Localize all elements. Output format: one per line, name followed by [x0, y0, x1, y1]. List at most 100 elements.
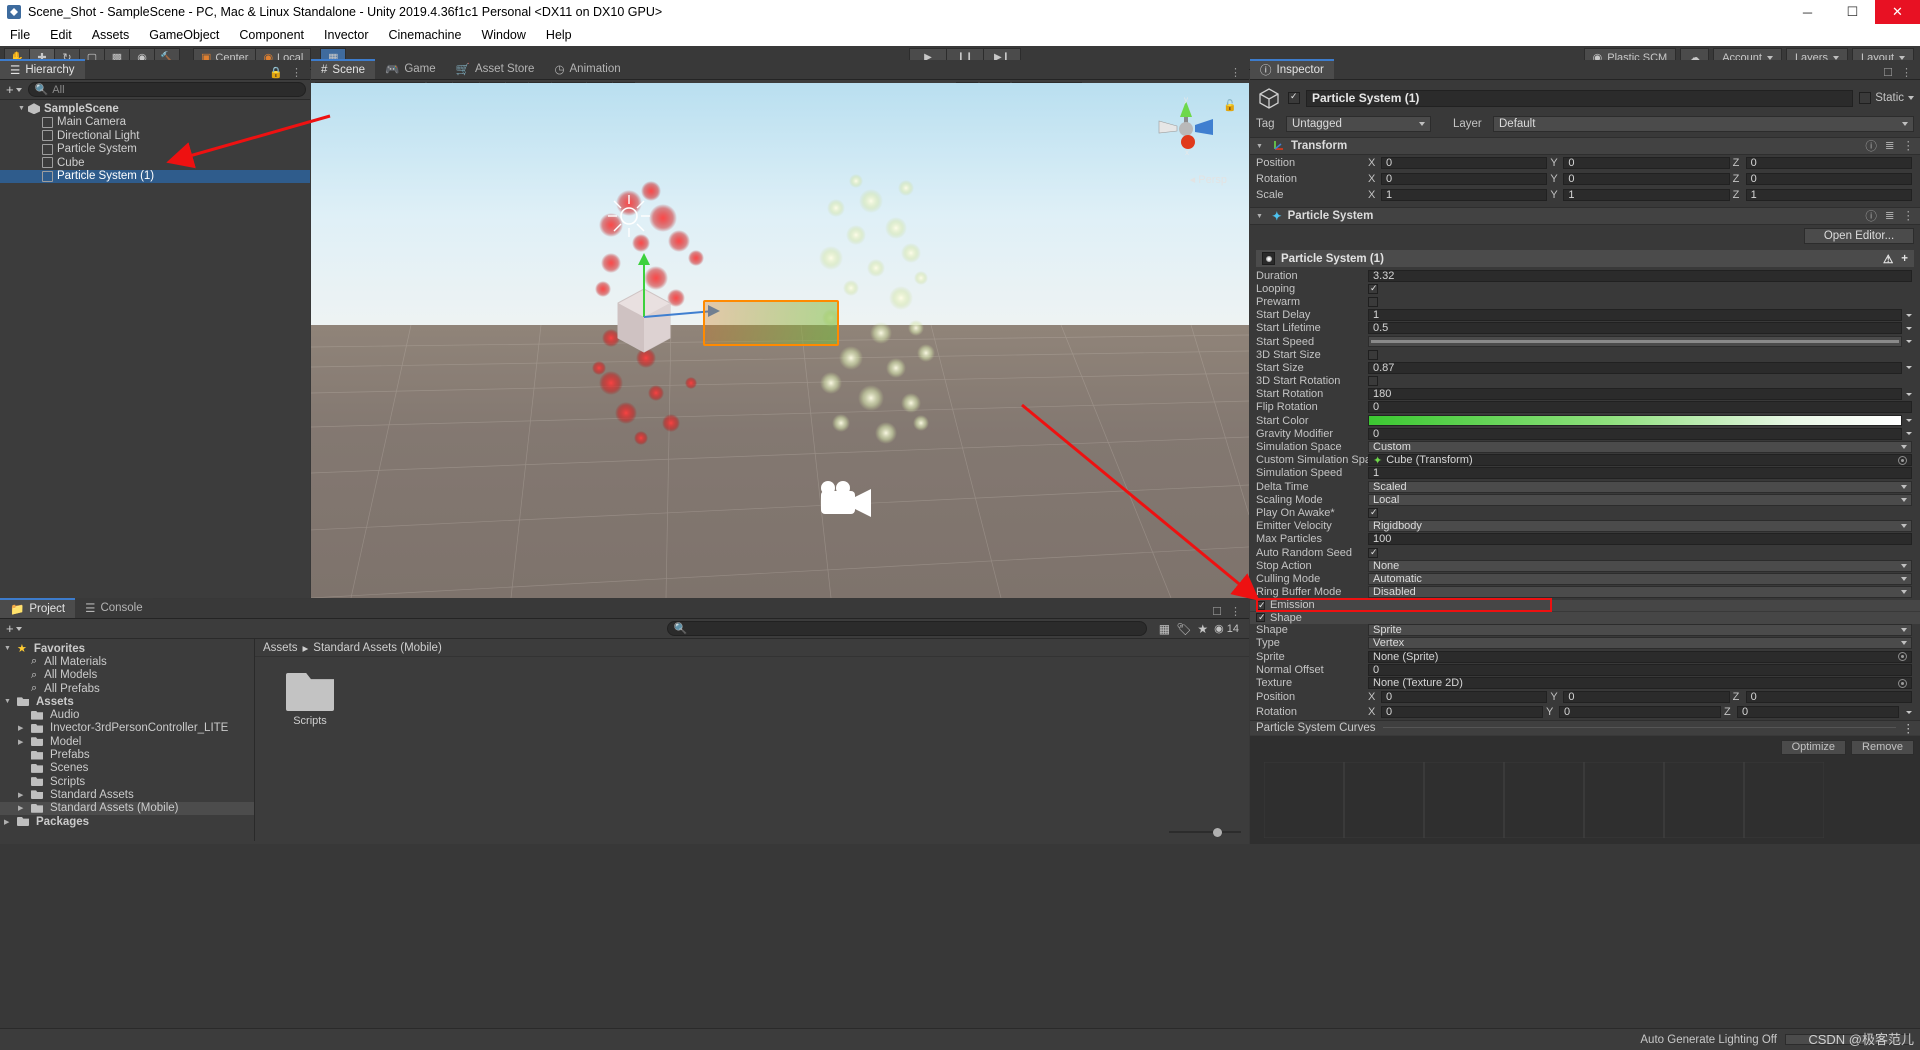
menu-item-window[interactable]: Window [471, 24, 535, 46]
project-add-button[interactable]: + [4, 621, 24, 636]
gameobject-name-input[interactable]: Particle System (1) [1306, 90, 1853, 107]
3d-start-rotation-checkbox[interactable] [1368, 376, 1378, 386]
gravity-modifier-input[interactable]: 0 [1368, 428, 1902, 440]
shape-shape-dropdown[interactable]: Sprite [1368, 624, 1912, 636]
collapse-arrow-icon[interactable]: ▶ [18, 804, 28, 812]
3d-start-size-checkbox[interactable] [1368, 350, 1378, 360]
scene-axis-gizmo[interactable]: y x [1151, 95, 1221, 165]
tab-console[interactable]: ☰ Console [75, 598, 153, 618]
collapse-arrow-icon[interactable]: ▶ [18, 738, 28, 746]
tab-asset-store[interactable]: 🛒 Asset Store [446, 59, 545, 79]
project-tree-item[interactable]: ▶Standard Assets (Mobile) [0, 802, 254, 815]
particle-system-subheader[interactable]: Particle System (1) ⚠ + [1256, 250, 1914, 267]
filter-by-type-icon[interactable]: ▦ [1159, 622, 1170, 636]
camera-projection-label[interactable]: ◂ Persp [1190, 173, 1227, 186]
max-particles-input[interactable]: 100 [1368, 533, 1912, 545]
particle-system-curves-area[interactable]: Optimize Remove [1250, 736, 1920, 844]
directional-light-gizmo[interactable] [606, 193, 652, 239]
menu-item-gameobject[interactable]: GameObject [139, 24, 229, 46]
selected-object-bounds[interactable] [703, 300, 839, 346]
custom-simulation-space-object-field[interactable]: ✦Cube (Transform) [1368, 454, 1912, 466]
tag-dropdown[interactable]: Untagged [1286, 116, 1431, 132]
hierarchy-add-button[interactable]: + [4, 82, 24, 97]
chevron-down-icon[interactable] [1906, 314, 1912, 317]
kebab-menu-icon[interactable]: ⋮ [291, 66, 302, 79]
start-size-input[interactable]: 0.87 [1368, 362, 1902, 374]
shape-rotation-y-input[interactable]: 0 [1559, 706, 1721, 718]
particle-system-component-header[interactable]: ▼ ✦ Particle System ⓘ ≣ ⋮ [1250, 207, 1920, 225]
warning-icon[interactable]: ⚠ [1883, 252, 1893, 266]
kebab-menu-icon[interactable]: ⋮ [1901, 66, 1912, 79]
expand-arrow-icon[interactable]: ▼ [4, 698, 14, 705]
thumbnail-size-slider[interactable] [1169, 827, 1241, 837]
open-editor-button[interactable]: Open Editor... [1804, 228, 1914, 244]
tab-project[interactable]: 📁 Project [0, 598, 75, 618]
project-tree-item[interactable]: Scenes [0, 762, 254, 775]
shape-texture-object-field[interactable]: None (Texture 2D) [1368, 677, 1912, 689]
hierarchy-item-particle-system-1[interactable]: Particle System (1) [0, 170, 310, 184]
project-tree-item[interactable]: Audio [0, 708, 254, 721]
shape-rotation-z-input[interactable]: 0 [1737, 706, 1899, 718]
expand-arrow-icon[interactable]: ▼ [4, 645, 14, 652]
collapse-arrow-icon[interactable]: ▶ [18, 724, 28, 732]
project-tree-item[interactable]: Prefabs [0, 748, 254, 761]
simulation-speed-input[interactable]: 1 [1368, 467, 1912, 479]
delta-time-dropdown[interactable]: Scaled [1368, 481, 1912, 493]
kebab-menu-icon[interactable]: ⋮ [1230, 605, 1241, 618]
kebab-menu-icon[interactable]: ⋮ [1903, 208, 1915, 224]
gameobject-cube-icon[interactable] [1256, 85, 1282, 111]
rotation-z-input[interactable]: 0 [1746, 173, 1912, 185]
looping-checkbox[interactable] [1368, 284, 1378, 294]
project-tree-item[interactable]: ⌕All Materials [0, 655, 254, 668]
hierarchy-item-main-camera[interactable]: Main Camera [0, 116, 310, 130]
project-tree-item[interactable]: ⌕All Prefabs [0, 682, 254, 695]
object-picker-icon[interactable] [1898, 679, 1907, 688]
duration-input[interactable]: 3.32 [1368, 270, 1912, 282]
chevron-down-icon[interactable] [1908, 96, 1914, 100]
kebab-menu-icon[interactable]: ⋮ [1903, 721, 1915, 735]
gameobject-enabled-checkbox[interactable] [1288, 92, 1300, 104]
culling-mode-dropdown[interactable]: Automatic [1368, 573, 1912, 585]
rotation-x-input[interactable]: 0 [1381, 173, 1547, 185]
tab-animation[interactable]: ◷ Animation [544, 59, 630, 79]
object-picker-icon[interactable] [1898, 456, 1907, 465]
ring-buffer-mode-dropdown[interactable]: Disabled [1368, 586, 1912, 598]
shape-position-z-input[interactable]: 0 [1746, 691, 1912, 703]
chevron-down-icon[interactable] [1906, 419, 1912, 422]
scene-viewport[interactable]: y x ◂ Persp 🔓 [311, 83, 1249, 598]
close-button[interactable]: ✕ [1875, 0, 1920, 24]
menu-item-invector[interactable]: Invector [314, 24, 378, 46]
tab-inspector[interactable]: ⓘ Inspector [1250, 59, 1334, 79]
shape-rotation-x-input[interactable]: 0 [1381, 706, 1543, 718]
start-speed-slider[interactable] [1368, 336, 1902, 347]
asset-item-scripts[interactable]: Scripts [277, 673, 343, 727]
project-tree-item[interactable]: ▶Standard Assets [0, 788, 254, 801]
start-lifetime-input[interactable]: 0.5 [1368, 322, 1902, 334]
shape-normal-offset-input[interactable]: 0 [1368, 664, 1912, 676]
hierarchy-item-samplescene[interactable]: ▼ SampleScene [0, 102, 310, 116]
expand-arrow-icon[interactable]: ▼ [18, 105, 28, 112]
favorite-star-icon[interactable]: ★ [1197, 622, 1208, 636]
tab-hierarchy[interactable]: ☰ Hierarchy [0, 59, 85, 79]
play-on-awake-checkbox[interactable] [1368, 508, 1378, 518]
collapse-arrow-icon[interactable]: ▶ [18, 791, 28, 799]
layer-dropdown[interactable]: Default [1493, 116, 1914, 132]
scaling-mode-dropdown[interactable]: Local [1368, 494, 1912, 506]
minimize-button[interactable]: ─ [1785, 0, 1830, 24]
project-tree-item[interactable]: ▶Invector-3rdPersonController_LITE [0, 722, 254, 735]
module-header-shape[interactable]: Shape [1250, 611, 1920, 624]
chevron-down-icon[interactable] [1906, 366, 1912, 369]
breadcrumb-assets[interactable]: Assets [263, 642, 298, 654]
project-tree-item[interactable]: Scripts [0, 775, 254, 788]
auto-random-seed-checkbox[interactable] [1368, 548, 1378, 558]
main-camera-gizmo[interactable] [809, 479, 879, 529]
module-shape-checkbox[interactable] [1256, 613, 1265, 622]
object-picker-icon[interactable] [1898, 652, 1907, 661]
prewarm-checkbox[interactable] [1368, 297, 1378, 307]
stop-action-dropdown[interactable]: None [1368, 560, 1912, 572]
hierarchy-item-cube[interactable]: Cube [0, 156, 310, 170]
lock-icon[interactable]: ☐ [1212, 605, 1222, 618]
scale-y-input[interactable]: 1 [1563, 189, 1729, 201]
maximize-button[interactable]: ☐ [1830, 0, 1875, 24]
chevron-down-icon[interactable] [1906, 327, 1912, 330]
